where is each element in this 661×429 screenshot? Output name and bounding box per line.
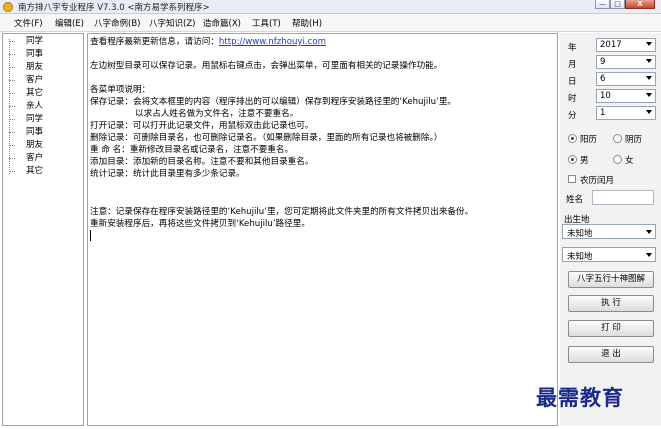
tree-item-label: 其它 — [26, 88, 44, 98]
run-button[interactable]: 执 行 — [568, 295, 654, 312]
menu-heading: 各菜单项说明： — [90, 85, 151, 95]
chevron-down-icon — [646, 253, 652, 257]
menu-bar: 文件(F) 编辑(E) 八字命例(B) 八字知识(Z) 造命篇(X) 工具(T)… — [0, 14, 661, 32]
tree-connector — [9, 106, 15, 107]
chevron-down-icon — [646, 59, 652, 63]
tree-connector — [9, 119, 15, 120]
window-title: 南方排八字专业程序 V7.3.0 <南方易学系列程序> — [18, 3, 210, 13]
hour-value: 10 — [600, 91, 611, 101]
minute-value: 1 — [600, 108, 606, 118]
chevron-down-icon — [646, 76, 652, 80]
tree-item-label: 朋友 — [26, 140, 44, 150]
tree-item-label: 客户 — [26, 75, 44, 85]
add-description: 添加目录：添加新的目录名称。注意不要和其他目录重名。 — [90, 157, 314, 167]
text-caret — [90, 230, 91, 241]
tree-connector — [9, 80, 15, 81]
leap-month-label: 农历闰月 — [580, 176, 615, 186]
tree-item-label: 同事 — [26, 127, 44, 137]
birthplace-select-1[interactable]: 未知地 — [562, 224, 656, 239]
record-tree[interactable]: 同学 同事 朋友 客户 其它 亲人 同学 同事 朋友 客户 其它 — [2, 33, 84, 426]
tree-connector — [9, 41, 15, 42]
menu-tools[interactable]: 工具(T) — [252, 17, 281, 29]
tree-item-label: 亲人 — [26, 101, 44, 111]
tree-item-label: 客户 — [26, 153, 44, 163]
tree-connector — [9, 145, 15, 146]
minute-label: 分 — [568, 111, 577, 121]
delete-description: 删除记录：可删除目录名，也可删除记录名。（如果删除目录，里面的所有记录也将被删除… — [90, 133, 443, 143]
solar-label: 阳历 — [580, 135, 598, 145]
tree-connector — [9, 93, 15, 94]
tree-item-label: 朋友 — [26, 62, 44, 72]
male-label: 男 — [580, 156, 589, 166]
minute-select[interactable]: 1 — [596, 106, 656, 120]
birthplace-value-1: 未知地 — [567, 229, 593, 239]
year-value: 2017 — [600, 40, 622, 50]
female-radio[interactable] — [613, 155, 622, 164]
year-select[interactable]: 2017 — [596, 38, 656, 52]
hour-label: 时 — [568, 94, 577, 104]
save-description-cont: 以求占人姓名做为文件名，注意不要重名。 — [135, 109, 299, 119]
tree-connector — [9, 54, 15, 55]
chevron-down-icon — [646, 42, 652, 46]
tree-connector — [9, 132, 15, 133]
hour-select[interactable]: 10 — [596, 89, 656, 103]
app-icon — [3, 2, 13, 12]
title-bar: 南方排八字专业程序 V7.3.0 <南方易学系列程序> — □ X — [0, 0, 661, 14]
tree-item-label: 其它 — [26, 166, 44, 176]
stats-description: 统计记录：统计此目录里有多少条记录。 — [90, 169, 245, 179]
tree-item-label: 同事 — [26, 49, 44, 59]
tree-connector — [9, 67, 15, 68]
open-description: 打开记录：可以打开此记录文件，用鼠标双击此记录也可。 — [90, 121, 314, 131]
name-label: 姓名 — [566, 195, 584, 205]
month-value: 9 — [600, 57, 606, 67]
female-label: 女 — [625, 156, 634, 166]
birthplace-value-2: 未知地 — [567, 252, 593, 262]
exit-button[interactable]: 退 出 — [568, 346, 654, 363]
solar-radio[interactable] — [568, 134, 577, 143]
tip-line: 左边树型目录可以保存记录。用鼠标右键点击，会弹出菜单，可里面有相关的记录操作功能… — [90, 61, 443, 71]
menu-bazi-knowledge[interactable]: 八字知识(Z) — [149, 17, 195, 29]
menu-edit[interactable]: 编辑(E) — [55, 17, 84, 29]
menu-file[interactable]: 文件(F) — [14, 17, 43, 29]
reinstall-note: 重新安装程序后，再将这些文件拷贝到‘Kehujilu’路径里。 — [90, 219, 310, 229]
wuxing-chart-button[interactable]: 八字五行十神图解 — [568, 271, 654, 288]
menu-bazi-examples[interactable]: 八字命例(B) — [94, 17, 140, 29]
close-button[interactable]: X — [625, 0, 655, 9]
update-line: 查看程序最新更新信息，请访问：http://www.nfzhouyi.com — [90, 36, 326, 48]
print-button[interactable]: 打 印 — [568, 320, 654, 337]
website-link[interactable]: http://www.nfzhouyi.com — [219, 37, 326, 47]
chevron-down-icon — [646, 93, 652, 97]
record-text-area[interactable]: 查看程序最新更新信息，请访问：http://www.nfzhouyi.com 左… — [87, 33, 558, 426]
lunar-label: 阴历 — [625, 135, 643, 145]
tree-connector — [9, 158, 15, 159]
backup-note: 注意：记录保存在程序安装路径里的‘Kehujilu’里，您可定期将此文件夹里的所… — [90, 207, 474, 217]
menu-help[interactable]: 帮助(H) — [292, 17, 322, 29]
tree-item-label: 同学 — [26, 114, 44, 124]
lunar-radio[interactable] — [613, 134, 622, 143]
name-input[interactable] — [592, 190, 654, 205]
day-value: 6 — [600, 74, 606, 84]
birth-input-panel: 年 2017 月 9 日 6 时 10 分 1 阳历 阴历 男 女 农历闰月 姓… — [560, 33, 661, 426]
male-radio[interactable] — [568, 155, 577, 164]
maximize-button[interactable]: □ — [610, 0, 625, 9]
year-label: 年 — [568, 43, 577, 53]
birthplace-select-2[interactable]: 未知地 — [562, 247, 656, 262]
day-label: 日 — [568, 77, 577, 87]
save-description: 保存记录：会将文本框里的内容（程序排出的可以编辑）保存到程序安装路径里的‘Keh… — [90, 97, 457, 107]
minimize-button[interactable]: — — [595, 0, 610, 9]
update-text: 查看程序最新更新信息，请访问： — [90, 37, 219, 47]
chevron-down-icon — [646, 230, 652, 234]
leap-month-checkbox[interactable] — [568, 175, 576, 183]
rename-description: 重 命 名：重新修改目录名或记录名，注意不要重名。 — [90, 145, 294, 155]
day-select[interactable]: 6 — [596, 72, 656, 86]
menu-zaoming[interactable]: 造命篇(X) — [203, 17, 241, 29]
month-label: 月 — [568, 60, 577, 70]
month-select[interactable]: 9 — [596, 55, 656, 69]
watermark: 最需教育 — [536, 385, 624, 410]
tree-item-label: 同学 — [26, 36, 44, 46]
chevron-down-icon — [646, 110, 652, 114]
tree-connector — [9, 171, 15, 172]
